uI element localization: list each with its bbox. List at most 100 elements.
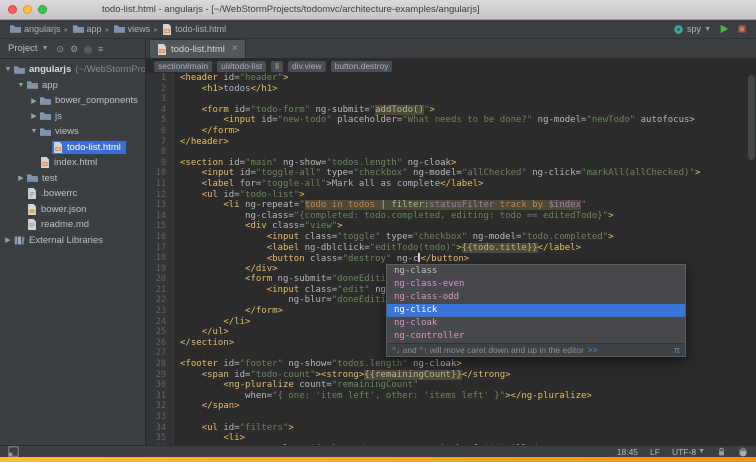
code-line[interactable]: 34 <ul id="filters">	[146, 422, 756, 434]
completion-item-ng-class-odd[interactable]: ng-class-odd	[387, 291, 685, 304]
code-area[interactable]: 1 <header id="header"> 2 <h1>todos</h1> 3 4 …	[146, 73, 756, 445]
close-window-button[interactable]	[8, 5, 17, 14]
tree-item-app[interactable]: ▼ app	[0, 78, 145, 94]
hector-inspections-icon[interactable]	[738, 447, 748, 457]
navbar-crumb-app[interactable]: app	[70, 23, 105, 35]
project-panel-title[interactable]: Project	[8, 43, 38, 54]
caret-position-widget[interactable]: 18:45	[617, 447, 638, 457]
lock-icon[interactable]	[717, 447, 726, 457]
line-number: 36	[146, 443, 174, 445]
project-tree: ▼angularjs (~/WebStormProjects)▼app▶bowe…	[0, 62, 145, 248]
completion-item-ng-class[interactable]: ng-class	[387, 265, 685, 278]
tree-item-angularjs[interactable]: ▼angularjs (~/WebStormProjects)	[0, 62, 145, 78]
tree-item-text: views	[55, 126, 79, 138]
breadcrumb-chip-ul-todo-list[interactable]: ul#todo-list	[217, 60, 267, 72]
code-line[interactable]: 14 ng-class="{completed: todo.completed,…	[146, 210, 756, 222]
toolwindow-toggle-icon[interactable]	[8, 446, 19, 457]
debug-button[interactable]	[737, 24, 747, 34]
tree-item-bowerrc[interactable]: .bowerrc	[0, 186, 145, 202]
tree-item-js[interactable]: ▶ js	[0, 109, 145, 125]
tree-item-readme-md[interactable]: readme.md	[0, 217, 145, 233]
line-separator-widget[interactable]: LF	[650, 447, 660, 457]
tree-item-bower-json[interactable]: bower.json	[0, 202, 145, 218]
line-number: 26	[146, 337, 174, 349]
chevron-right-icon[interactable]: ▶	[16, 174, 26, 182]
scroll-to-source-icon[interactable]: ◎	[84, 40, 92, 58]
tree-item-text: test	[42, 172, 58, 184]
line-number: 29	[146, 369, 174, 381]
line-number: 8	[146, 147, 174, 158]
navbar-crumb-label: views	[127, 24, 151, 34]
tree-item-bower-components[interactable]: ▶ bower_components	[0, 93, 145, 109]
code-line[interactable]: 4 <form id="todo-form" ng-submit="addTod…	[146, 104, 756, 116]
editor-scrollbar[interactable]	[748, 75, 755, 160]
navbar-crumb-views[interactable]: views	[111, 23, 154, 35]
breadcrumb-chip-div-view[interactable]: div.view	[287, 60, 326, 72]
editor-area[interactable]: section#main ul#todo-list li div.view button…	[146, 59, 756, 445]
tree-item-path: (~/WebStormProjects)	[75, 64, 145, 76]
chevron-down-icon[interactable]: ▼	[3, 66, 13, 73]
breadcrumb-chip-section-main[interactable]: section#main	[154, 60, 213, 72]
locate-icon[interactable]: ⊙	[57, 40, 65, 58]
navbar-crumb-todo-list-html[interactable]: todo-list.html	[159, 23, 229, 36]
chevron-right-icon[interactable]: ▶	[29, 97, 39, 105]
chevron-down-icon[interactable]: ▼	[29, 128, 39, 135]
chevron-right-icon[interactable]: ▶	[29, 112, 39, 120]
run-configuration-selector[interactable]: spy ▼	[673, 24, 711, 35]
chevron-down-icon[interactable]: ▼	[16, 82, 26, 89]
code-line[interactable]: 1 <header id="header">	[146, 73, 756, 84]
completion-hint-link[interactable]: >>	[588, 345, 598, 355]
code-line[interactable]: 6 </form>	[146, 125, 756, 137]
tree-item-index-html[interactable]: index.html	[0, 155, 145, 171]
completion-item-ng-class-even[interactable]: ng-class-even	[387, 278, 685, 291]
minimize-window-button[interactable]	[23, 5, 32, 14]
code-line[interactable]: 9 <section id="main" ng-show="todos.lengt…	[146, 157, 756, 169]
code-line[interactable]: 28 <footer id="footer" ng-show="todos.len…	[146, 359, 756, 370]
run-button[interactable]	[719, 24, 729, 34]
tree-item-todo-list-html[interactable]: todo-list.html	[0, 140, 145, 156]
completion-item-ng-click[interactable]: ng-click	[387, 304, 685, 317]
editor-tab-todo-list[interactable]: todo-list.html ×	[149, 39, 246, 58]
code-line[interactable]: 33	[146, 412, 756, 423]
code-line[interactable]: 10 <input id="toggle-all" type="checkbox…	[146, 168, 756, 179]
code-line[interactable]: 13 <li ng-repeat="todo in todos | filter…	[146, 200, 756, 211]
code-line[interactable]: 2 <h1>todos</h1>	[146, 83, 756, 95]
tree-item-views[interactable]: ▼ views	[0, 124, 145, 140]
code-line[interactable]: 8	[146, 147, 756, 158]
completion-pin-icon[interactable]: π	[674, 345, 680, 355]
chevron-down-icon[interactable]: ▼	[42, 45, 49, 52]
chevron-right-icon[interactable]: ▶	[3, 236, 13, 244]
code-line[interactable]: 31 when="{ one: 'item left', other: 'ite…	[146, 390, 756, 402]
code-line[interactable]: 30 <ng-pluralize count="remainingCount"	[146, 380, 756, 391]
status-bar-widgets: 18:45 LF UTF-8 ▼	[617, 447, 748, 457]
zoom-window-button[interactable]	[38, 5, 47, 14]
code-line[interactable]: 18 <button class="destroy" ng-c </button>	[146, 253, 756, 264]
code-line[interactable]: 11 <label for="toggle-all">Mark all as c…	[146, 178, 756, 190]
collapse-all-icon[interactable]: ≡	[98, 40, 103, 58]
code-line[interactable]: 5 <input id="new-todo" placeholder="What…	[146, 115, 756, 126]
code-line[interactable]: 15 <div class="view">	[146, 221, 756, 232]
completion-item-ng-cloak[interactable]: ng-cloak	[387, 317, 685, 330]
tree-item-test[interactable]: ▶ test	[0, 171, 145, 187]
line-number: 25	[146, 327, 174, 338]
line-number: 20	[146, 274, 174, 285]
breadcrumb-chip-button-destroy[interactable]: button.destroy	[330, 60, 393, 72]
completion-item-ng-controller[interactable]: ng-controller	[387, 330, 685, 343]
code-line[interactable]: 32 </span>	[146, 401, 756, 412]
folder-icon	[40, 111, 51, 121]
settings-icon[interactable]: ⚙	[70, 40, 78, 58]
code-line[interactable]: 29 <span id="todo-count"><strong>{{remai…	[146, 369, 756, 381]
code-line[interactable]: 35 <li>	[146, 433, 756, 444]
close-tab-icon[interactable]: ×	[232, 44, 238, 54]
breadcrumb-chip-li[interactable]: li	[271, 60, 283, 72]
navbar-crumb-angularjs[interactable]: angularjs	[7, 23, 64, 35]
code-line[interactable]: 3	[146, 94, 756, 105]
code-line[interactable]: 12 <ul id="todo-list">	[146, 189, 756, 201]
encoding-widget[interactable]: UTF-8 ▼	[672, 447, 705, 457]
code-line[interactable]: 36 <a ng-class="{selected: status == ''}…	[146, 443, 756, 445]
code-line[interactable]: 16 <input class="toggle" type="checkbox"…	[146, 231, 756, 243]
code-line[interactable]: 17 <label ng-dblclick="editTodo(todo)">{…	[146, 242, 756, 254]
tree-item-text: bower.json	[41, 203, 87, 215]
code-line[interactable]: 7 </header>	[146, 136, 756, 148]
tree-item-external-libraries[interactable]: ▶ External Libraries	[0, 233, 145, 249]
